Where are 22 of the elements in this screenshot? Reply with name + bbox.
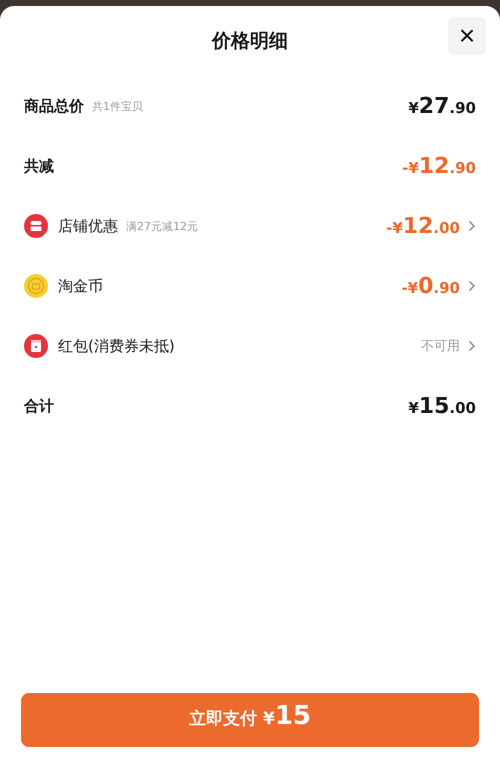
price-amount: ¥15.00 [408,394,476,418]
status-text: 不可用 [421,338,460,355]
row-label: 红包(消费券未抵) [58,336,175,356]
row-label: 商品总价 [24,96,84,116]
row-note: 满27元减12元 [126,218,198,234]
chevron-right-icon[interactable] [468,280,476,292]
price-amount: -¥0.90 [401,274,460,298]
chevron-right-icon[interactable] [468,340,476,352]
coin-icon [24,274,48,298]
chevron-right-icon[interactable] [468,220,476,232]
price-amount: -¥12.00 [386,214,460,238]
row-label: 淘金币 [58,276,103,296]
row-label: 店铺优惠 [58,216,118,236]
shop-icon [24,214,48,238]
row-note: 共1件宝贝 [92,98,143,114]
close-button[interactable]: × [448,17,486,55]
row-label: 共减 [24,156,54,176]
price-amount: ¥27.90 [408,94,476,118]
price-amount: -¥12.90 [402,154,476,178]
row-label: 合计 [24,396,54,416]
sheet-title: 价格明细 [212,29,288,54]
envelope-icon [24,334,48,358]
